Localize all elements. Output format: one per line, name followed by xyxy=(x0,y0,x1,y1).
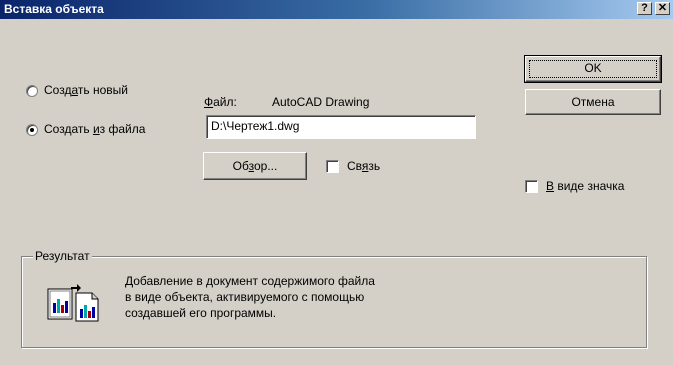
insert-object-dialog: Вставка объекта ? ✕ Создать новый Создат… xyxy=(0,0,673,365)
result-line-2: в виде объекта, активируемого с помощью xyxy=(125,290,365,304)
result-line-1: Добавление в документ содержимого файла xyxy=(125,274,375,288)
help-button[interactable]: ? xyxy=(637,2,652,15)
create-new-label[interactable]: Создать новый xyxy=(44,83,128,97)
browse-button[interactable]: Обзор... xyxy=(203,152,307,180)
document-object-icon xyxy=(47,284,99,322)
display-as-icon-label[interactable]: В виде значка xyxy=(546,179,624,193)
focus-rectangle xyxy=(529,60,657,78)
create-from-file-radio[interactable] xyxy=(26,124,38,136)
ok-button[interactable]: OK xyxy=(524,55,662,83)
link-checkbox-label[interactable]: Связь xyxy=(347,159,380,173)
display-as-icon-checkbox[interactable] xyxy=(525,180,538,193)
title-bar[interactable]: Вставка объекта ? ✕ xyxy=(0,0,673,19)
result-legend: Результат xyxy=(33,249,92,263)
result-line-3: создавшей его программы. xyxy=(125,306,277,320)
close-button[interactable]: ✕ xyxy=(655,2,670,15)
create-new-radio[interactable] xyxy=(26,85,38,97)
window-title: Вставка объекта xyxy=(4,2,104,16)
file-type-text: AutoCAD Drawing xyxy=(272,95,370,109)
file-label: Файл: xyxy=(204,95,237,109)
file-path-input[interactable]: D:\Чертеж1.dwg xyxy=(206,115,476,139)
link-checkbox[interactable] xyxy=(326,160,339,173)
cancel-button[interactable]: Отмена xyxy=(525,89,661,115)
radio-selected-dot xyxy=(30,128,34,132)
create-from-file-label[interactable]: Создать из файла xyxy=(44,122,145,136)
